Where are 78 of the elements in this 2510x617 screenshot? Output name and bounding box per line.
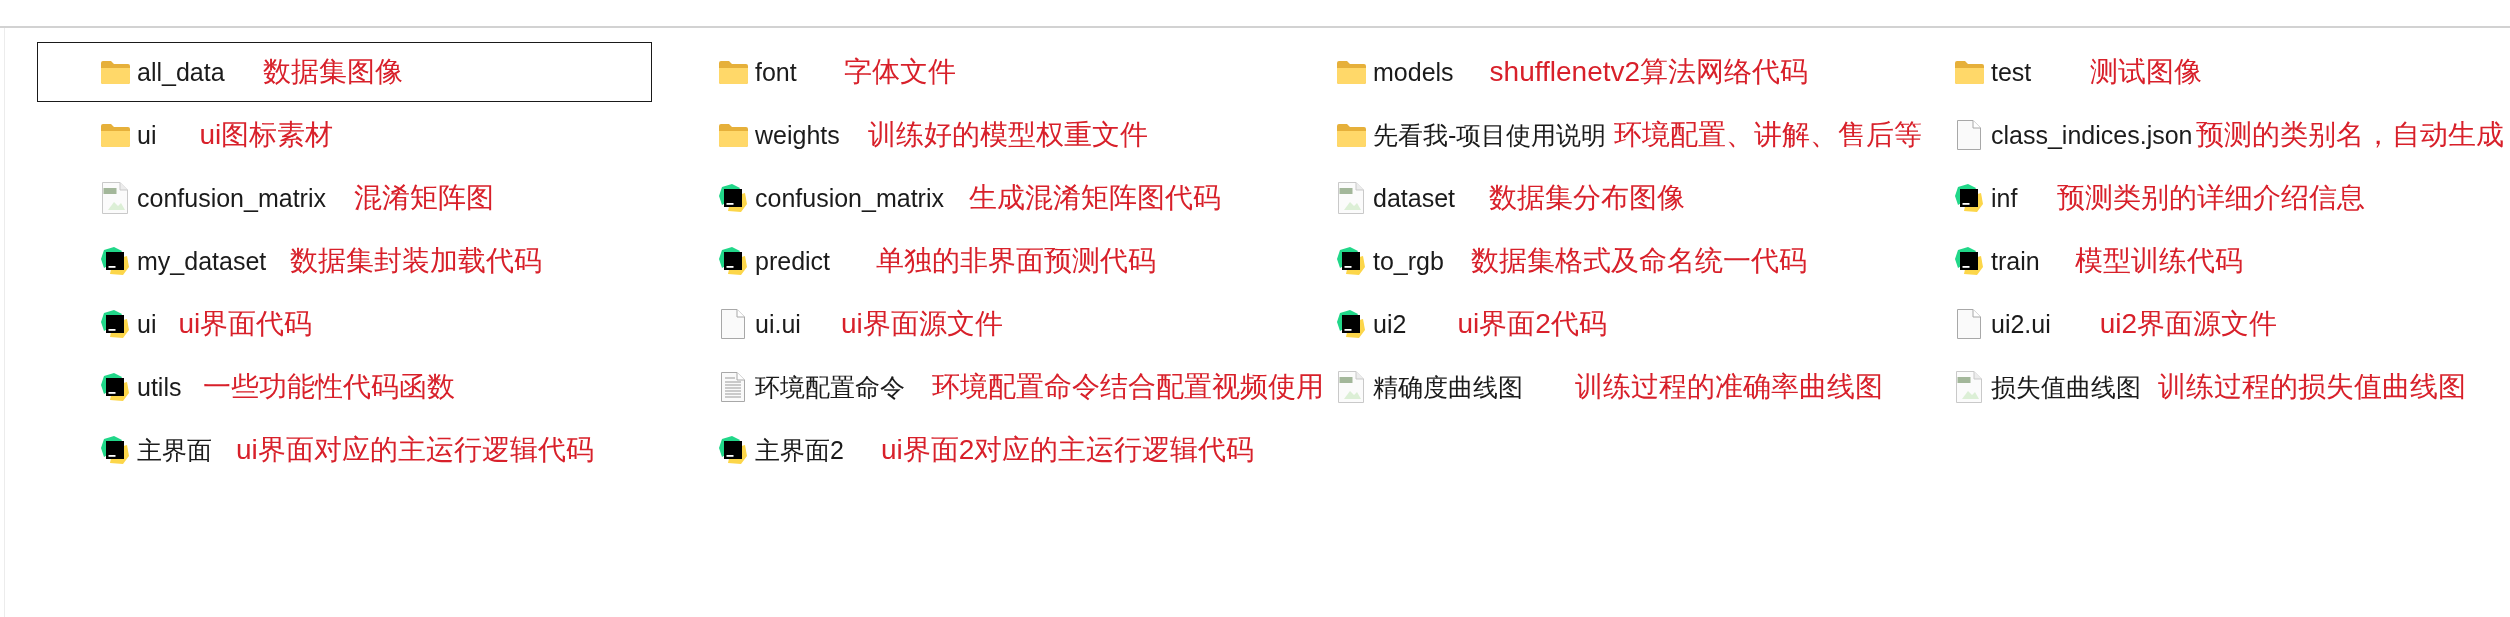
annotation-text: ui界面对应的主运行逻辑代码 — [236, 433, 594, 467]
annotation-text: 混淆矩阵图 — [354, 181, 494, 215]
file-item[interactable]: ui ui界面代码 — [99, 294, 316, 354]
file-item[interactable]: ui.ui ui界面源文件 — [717, 294, 1006, 354]
file-item[interactable]: 损失值曲线图 训练过程的损失值曲线图 — [1953, 357, 2469, 417]
file-icon — [1957, 309, 1981, 339]
file-item[interactable]: inf 预测类别的详细介绍信息 — [1953, 168, 2369, 228]
annotation-text: 字体文件 — [843, 55, 956, 89]
file-item[interactable]: my_dataset 数据集封装加载代码 — [99, 231, 546, 291]
file-item[interactable]: ui2.ui ui2界面源文件 — [1953, 294, 2281, 354]
folder-icon — [1954, 60, 1984, 84]
annotation-text: 训练好的模型权重文件 — [867, 118, 1148, 152]
annotation-text: ui2界面源文件 — [2099, 307, 2278, 341]
file-item[interactable]: ui ui图标素材 — [99, 105, 337, 165]
file-item[interactable]: class_indices.json预测的类别名，自动生成 — [1953, 105, 2507, 165]
folder-icon — [718, 60, 748, 84]
code-file-icon — [101, 310, 129, 338]
annotation-text: 数据集格式及命名统一代码 — [1470, 244, 1807, 278]
annotation-text: 模型训练代码 — [2074, 244, 2243, 278]
annotation-text: 预测类别的详细介绍信息 — [2057, 181, 2366, 215]
code-file-icon — [719, 184, 747, 212]
file-item[interactable]: 主界面 ui界面对应的主运行逻辑代码 — [99, 420, 597, 480]
file-icon — [1957, 120, 1981, 150]
file-item[interactable]: test 测试图像 — [1953, 42, 2206, 102]
file-item[interactable]: 先看我-项目使用说明 环境配置、讲解、售后等 — [1335, 105, 1926, 165]
annotation-text: ui界面2代码 — [1457, 307, 1607, 341]
image-file-icon — [1956, 371, 1982, 403]
code-file-icon — [719, 436, 747, 464]
annotation-text: 预测的类别名，自动生成 — [2195, 118, 2504, 152]
image-file-icon — [1338, 182, 1364, 214]
code-file-icon — [1955, 247, 1983, 275]
code-file-icon — [1955, 184, 1983, 212]
file-item[interactable]: train 模型训练代码 — [1953, 231, 2246, 291]
code-file-icon — [101, 247, 129, 275]
file-item[interactable]: confusion_matrix 混淆矩阵图 — [99, 168, 497, 228]
folder-icon — [1336, 123, 1366, 147]
annotation-text: shufflenetv2算法网络代码 — [1489, 55, 1809, 89]
annotation-text: 数据集分布图像 — [1489, 181, 1685, 215]
file-item[interactable]: predict 单独的非界面预测代码 — [717, 231, 1160, 291]
annotation-text: 训练过程的损失值曲线图 — [2158, 370, 2466, 404]
annotation-text: 环境配置命令结合配置视频使用 — [932, 370, 1324, 404]
text-file-icon — [721, 372, 745, 402]
file-item[interactable]: 环境配置命令 环境配置命令结合配置视频使用 — [717, 357, 1327, 417]
file-item[interactable]: 主界面2 ui界面2对应的主运行逻辑代码 — [717, 420, 1258, 480]
file-item[interactable]: utils 一些功能性代码函数 — [99, 357, 459, 417]
file-item[interactable]: to_rgb 数据集格式及命名统一代码 — [1335, 231, 1810, 291]
annotation-text: 数据集封装加载代码 — [290, 244, 543, 278]
annotation-text: 数据集图像 — [262, 55, 403, 89]
annotation-text: 环境配置、讲解、售后等 — [1614, 118, 1923, 152]
annotation-text: ui界面源文件 — [840, 307, 1003, 341]
file-icon — [721, 309, 745, 339]
folder-icon — [1336, 60, 1366, 84]
file-item[interactable]: all_data 数据集图像 — [37, 42, 652, 102]
folder-icon — [100, 123, 130, 147]
code-file-icon — [1337, 247, 1365, 275]
annotation-text: 测试图像 — [2090, 55, 2203, 89]
annotation-text: 一些功能性代码函数 — [203, 370, 456, 404]
folder-icon — [718, 123, 748, 147]
folder-icon — [100, 60, 130, 84]
file-item[interactable]: confusion_matrix 生成混淆矩阵图代码 — [717, 168, 1224, 228]
code-file-icon — [101, 436, 129, 464]
file-item[interactable]: 精确度曲线图 训练过程的准确率曲线图 — [1335, 357, 1886, 417]
file-item[interactable]: ui2 ui界面2代码 — [1335, 294, 1610, 354]
file-item[interactable]: dataset 数据集分布图像 — [1335, 168, 1688, 228]
file-item[interactable]: weights 训练好的模型权重文件 — [717, 105, 1151, 165]
annotation-text: ui界面2对应的主运行逻辑代码 — [880, 433, 1255, 467]
annotation-text: ui图标素材 — [199, 118, 334, 152]
image-file-icon — [1338, 371, 1364, 403]
code-file-icon — [719, 247, 747, 275]
code-file-icon — [1337, 310, 1365, 338]
code-file-icon — [101, 373, 129, 401]
annotation-text: 生成混淆矩阵图代码 — [969, 181, 1221, 215]
annotation-text: 单独的非界面预测代码 — [876, 244, 1157, 278]
annotation-text: 训练过程的准确率曲线图 — [1575, 370, 1883, 404]
image-file-icon — [102, 182, 128, 214]
file-item[interactable]: font 字体文件 — [717, 42, 959, 102]
file-item[interactable]: models shufflenetv2算法网络代码 — [1335, 42, 1812, 102]
annotation-text: ui界面代码 — [178, 307, 313, 341]
